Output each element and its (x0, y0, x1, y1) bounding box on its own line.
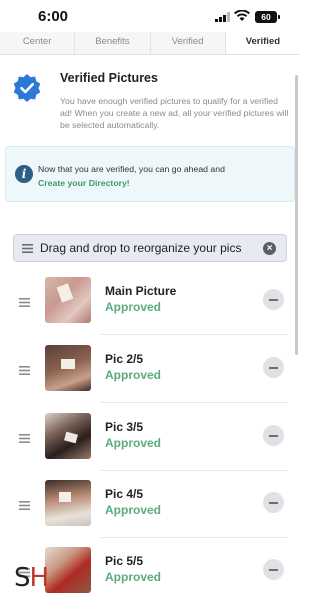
menu-icon (22, 244, 33, 253)
info-suffix: ! (126, 178, 130, 188)
picture-status: Approved (105, 368, 162, 382)
picture-row[interactable]: Main Picture Approved (0, 277, 300, 344)
picture-status: Approved (105, 570, 162, 584)
picture-thumbnail (45, 413, 91, 459)
drag-handle-icon[interactable] (19, 298, 30, 307)
tab-verified-active[interactable]: Verified (225, 32, 300, 54)
picture-thumbnail (45, 480, 91, 526)
remove-button[interactable] (263, 357, 284, 378)
drag-handle-icon[interactable] (19, 501, 30, 510)
remove-button[interactable] (263, 492, 284, 513)
verified-description: You have enough verified pictures to qua… (60, 96, 289, 130)
picture-row[interactable]: Pic 4/5 Approved (0, 480, 300, 547)
info-text-block: Now that you are verified, you can go ah… (38, 162, 225, 190)
picture-row[interactable]: Pic 3/5 Approved (0, 413, 300, 480)
row-divider (100, 334, 288, 335)
status-bar: 6:00 60 (0, 0, 300, 32)
drag-instructions-text: Drag and drop to reorganize your pics (40, 241, 242, 255)
status-time: 6:00 (38, 8, 69, 25)
picture-status: Approved (105, 436, 162, 450)
tab-benefits[interactable]: Benefits (75, 32, 151, 54)
info-message: Now that you are verified, you can go ah… (38, 164, 225, 174)
picture-name: Main Picture (105, 284, 177, 298)
picture-thumbnail (45, 345, 91, 391)
tab-verified[interactable]: Verified (151, 32, 226, 54)
verified-badge-icon (13, 74, 41, 102)
info-icon: i (15, 165, 33, 183)
remove-button[interactable] (263, 425, 284, 446)
picture-name: Pic 2/5 (105, 352, 144, 366)
row-divider (100, 470, 288, 471)
picture-thumbnail (45, 547, 91, 593)
picture-status: Approved (105, 503, 162, 517)
remove-button[interactable] (263, 559, 284, 580)
tab-bar: Center Benefits Verified Verified (0, 32, 300, 55)
row-divider (100, 537, 288, 538)
signal-icon (215, 12, 230, 22)
verified-title: Verified Pictures (60, 71, 158, 85)
drag-handle-icon[interactable] (19, 366, 30, 375)
wifi-icon (234, 10, 250, 21)
picture-thumbnail (45, 277, 91, 323)
close-icon[interactable]: × (263, 242, 276, 255)
picture-row[interactable]: Pic 2/5 Approved (0, 345, 300, 412)
scrollbar[interactable] (295, 75, 298, 355)
picture-status: Approved (105, 300, 162, 314)
watermark-logo: SH (14, 563, 49, 593)
info-box: i Now that you are verified, you can go … (5, 146, 295, 202)
picture-name: Pic 5/5 (105, 554, 144, 568)
create-directory-link[interactable]: Create your Directory (38, 178, 127, 188)
battery-icon: 60 (255, 11, 280, 23)
picture-name: Pic 4/5 (105, 487, 144, 501)
drag-handle-icon[interactable] (19, 434, 30, 443)
row-divider (100, 402, 288, 403)
remove-button[interactable] (263, 289, 284, 310)
drag-instructions-bar: Drag and drop to reorganize your pics × (13, 234, 287, 262)
tab-center[interactable]: Center (0, 32, 76, 54)
picture-name: Pic 3/5 (105, 420, 144, 434)
